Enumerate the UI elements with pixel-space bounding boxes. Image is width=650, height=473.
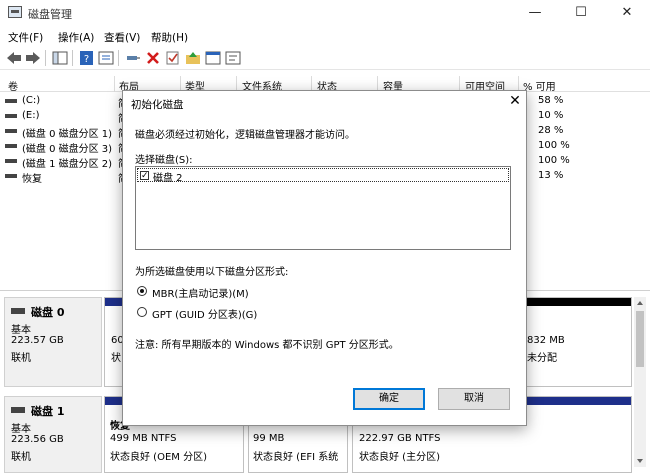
ok-button[interactable]: 确定 (353, 388, 425, 410)
volume-percent-free: 10 % (538, 110, 564, 121)
disk-icon (11, 308, 25, 314)
partition-size: 99 MB (253, 433, 285, 444)
volume-name: (磁盘 0 磁盘分区 1) (22, 129, 113, 140)
volume-row[interactable]: 恢复 (0, 169, 130, 185)
volume-row[interactable]: (磁盘 0 磁盘分区 1) (0, 124, 130, 140)
maximize-button[interactable]: ☐ (558, 0, 604, 26)
check-icon[interactable] (165, 51, 181, 65)
volume-icon (5, 159, 17, 163)
dialog-close-button[interactable]: ✕ (507, 93, 523, 109)
menu-help[interactable]: 帮助(H) (151, 30, 188, 45)
volume-icon (5, 114, 17, 118)
volume-name: (E:) (22, 110, 40, 121)
disk-listbox[interactable]: ✓ 磁盘 2 (135, 166, 511, 250)
dialog-message: 磁盘必须经过初始化，逻辑磁盘管理器才能访问。 (135, 130, 355, 141)
toolbar-separator (45, 50, 46, 66)
window-title: 磁盘管理 (28, 8, 72, 21)
volume-row[interactable]: (E:) (0, 109, 130, 124)
mbr-radio-label: MBR(主启动记录)(M) (152, 289, 249, 300)
disk-management-app-icon (8, 6, 22, 18)
properties-icon[interactable] (98, 51, 114, 65)
back-icon[interactable] (6, 51, 22, 65)
connect-icon[interactable] (125, 51, 141, 65)
cancel-button[interactable]: 取消 (438, 388, 510, 410)
partition-bar (105, 298, 123, 306)
settings-icon[interactable] (225, 51, 241, 65)
partition-status: 状 (111, 353, 121, 364)
partition-status: 状态良好 (主分区) (359, 452, 440, 463)
disk-0-info[interactable]: 磁盘 0 基本 223.57 GB 联机 (4, 297, 102, 387)
disk-item-label: 磁盘 2 (153, 173, 183, 184)
volume-row[interactable]: (磁盘 0 磁盘分区 3) (0, 139, 130, 155)
disk-0-unallocated[interactable]: 832 MB 未分配 (520, 297, 632, 387)
volume-percent-free: 100 % (538, 140, 570, 151)
partition-status: 状态良好 (EFI 系统 (253, 452, 339, 463)
disk-status: 联机 (11, 353, 31, 364)
disk-1-info[interactable]: 磁盘 1 基本 223.56 GB 联机 (4, 396, 102, 473)
partition-size: 222.97 GB NTFS (359, 433, 441, 444)
gpt-radio[interactable] (137, 307, 147, 317)
disk-type: 基本 (11, 424, 31, 435)
volume-icon (5, 99, 17, 103)
partition-status: 状态良好 (OEM 分区) (110, 452, 207, 463)
menu-file[interactable]: 文件(F) (8, 30, 43, 45)
volume-percent-free: 58 % (538, 95, 564, 106)
volume-percent-free: 28 % (538, 125, 564, 136)
unallocated-bar (521, 298, 631, 306)
menu-action[interactable]: 操作(A) (58, 30, 94, 45)
menu-bar (0, 26, 650, 46)
help-icon[interactable]: ? (79, 51, 95, 65)
disk-0-partition[interactable]: 60 状 (104, 297, 124, 387)
volume-row[interactable]: (磁盘 1 磁盘分区 2) (0, 154, 130, 170)
initialize-disk-dialog: 初始化磁盘 ✕ 磁盘必须经过初始化，逻辑磁盘管理器才能访问。 选择磁盘(S): … (122, 90, 527, 426)
volume-name: (磁盘 0 磁盘分区 3) (22, 144, 113, 155)
forward-icon[interactable] (25, 51, 41, 65)
dialog-title: 初始化磁盘 (131, 99, 184, 111)
partition-status: 未分配 (527, 353, 557, 364)
column-divider[interactable] (114, 76, 115, 92)
new-window-icon[interactable] (205, 51, 221, 65)
volume-percent-free: 100 % (538, 155, 570, 166)
svg-text:?: ? (84, 54, 89, 65)
gpt-radio-label: GPT (GUID 分区表)(G) (152, 310, 258, 321)
menu-view[interactable]: 查看(V) (104, 30, 140, 45)
close-button[interactable]: ✕ (604, 0, 650, 26)
volume-icon (5, 144, 17, 148)
volume-icon (5, 129, 17, 133)
disk-icon (11, 407, 25, 413)
dialog-note: 注意: 所有早期版本的 Windows 都不识别 GPT 分区形式。 (135, 340, 399, 351)
disk-type: 基本 (11, 325, 31, 336)
select-disk-label: 选择磁盘(S): (135, 155, 193, 166)
disk-size: 223.57 GB (11, 335, 64, 346)
console-tree-icon[interactable] (52, 51, 68, 65)
lower-pane-scrollbar[interactable] (634, 297, 646, 467)
up-folder-icon[interactable] (185, 51, 201, 65)
volume-name: (磁盘 1 磁盘分区 2) (22, 159, 113, 170)
partition-size: 499 MB NTFS (110, 433, 177, 444)
disk-title: 磁盘 0 (31, 306, 65, 319)
disk-list-item[interactable]: ✓ 磁盘 2 (137, 168, 509, 184)
volume-icon (5, 174, 17, 178)
disk-checkbox[interactable]: ✓ (140, 171, 149, 181)
volume-name: (C:) (22, 95, 41, 106)
disk-title: 磁盘 1 (31, 405, 65, 418)
minimize-button[interactable]: — (512, 0, 558, 26)
volume-name: 恢复 (22, 174, 42, 185)
partition-style-label: 为所选磁盘使用以下磁盘分区形式: (135, 267, 289, 278)
volume-row[interactable]: (C:) (0, 94, 130, 109)
disk-status: 联机 (11, 452, 31, 463)
disk-size: 223.56 GB (11, 434, 64, 445)
mbr-radio[interactable] (137, 286, 147, 296)
toolbar-separator (118, 50, 119, 66)
partition-size: 832 MB (527, 335, 565, 346)
column-header-volume[interactable]: 卷 (8, 78, 18, 93)
column-header-percent-free[interactable]: % 可用 (523, 78, 556, 93)
toolbar-separator (72, 50, 73, 66)
volume-percent-free: 13 % (538, 170, 564, 181)
delete-icon[interactable] (145, 51, 161, 65)
